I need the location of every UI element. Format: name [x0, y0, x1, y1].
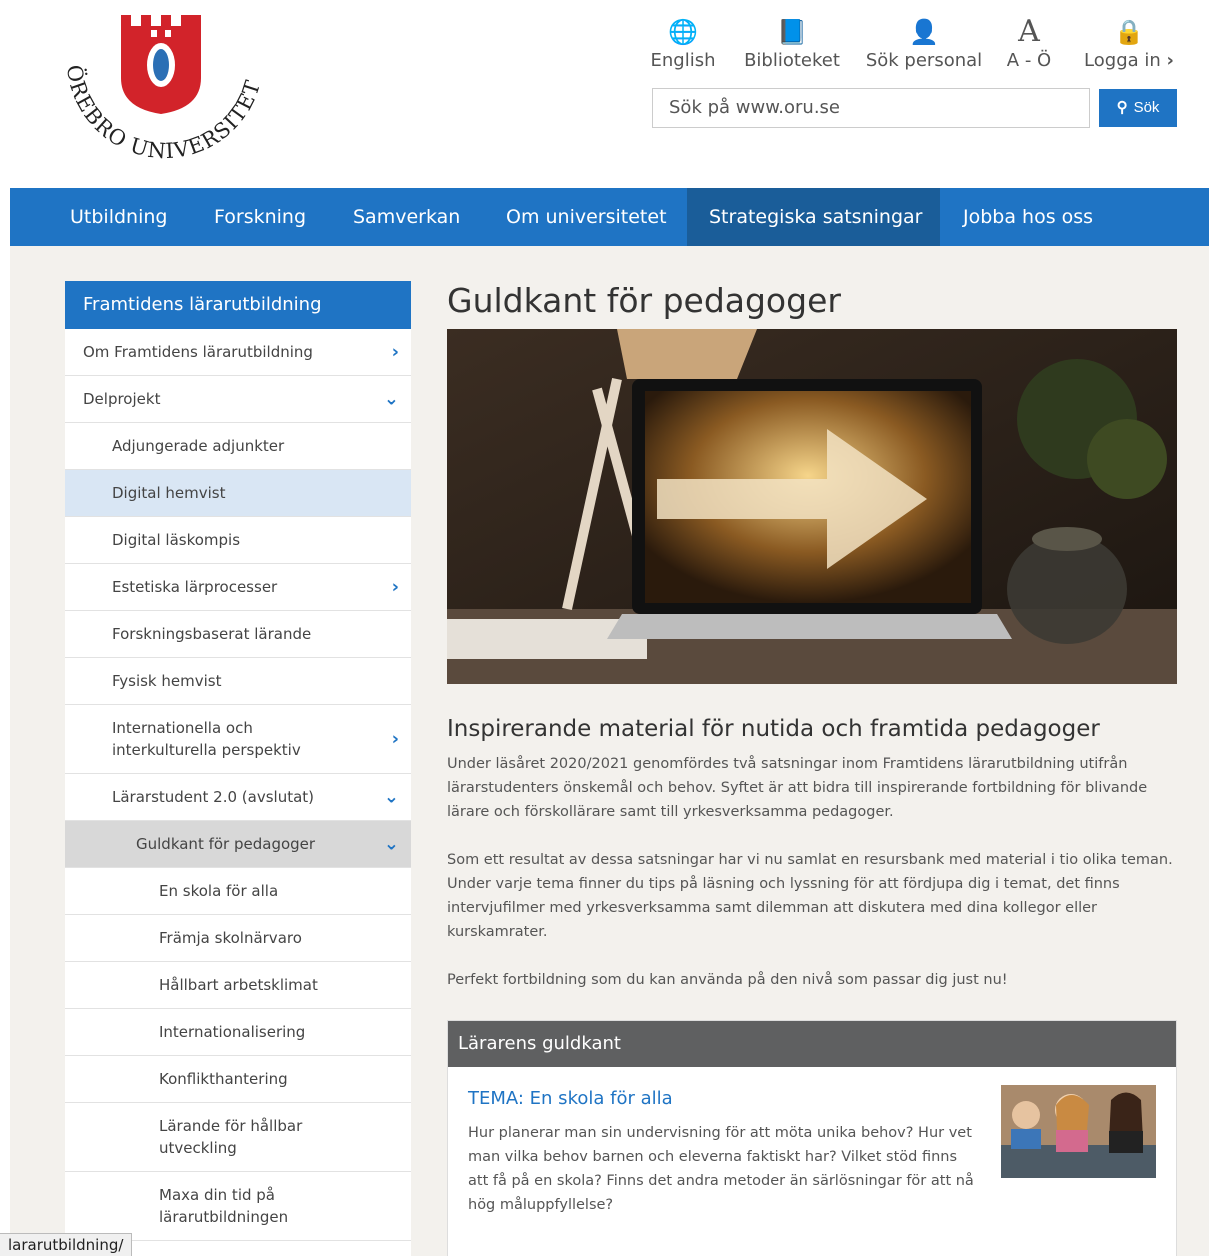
login-label: Logga in ›	[1078, 48, 1180, 74]
section-subtitle: Inspirerande material för nutida och fra…	[447, 716, 1100, 742]
sidebar-item[interactable]: Estetiska lärprocesser ›	[65, 564, 411, 611]
closing-paragraph: Perfekt fortbildning som du kan använda …	[447, 972, 1008, 988]
english-label: English	[650, 50, 716, 71]
sidebar-item[interactable]: Internationalisering	[65, 1009, 411, 1056]
chevron-right-icon[interactable]: ›	[392, 577, 399, 598]
english-link[interactable]: 🌐 English	[648, 16, 718, 74]
sidebar-item[interactable]: Om Framtidens lärarutbildning ›	[65, 329, 411, 376]
nav-item-strategiska-satsningar[interactable]: Strategiska satsningar	[687, 188, 940, 246]
search-button[interactable]: ⚲ Sök	[1099, 89, 1177, 127]
nav-item-samverkan[interactable]: Samverkan	[331, 188, 482, 246]
sidebar-item[interactable]: Adjungerade adjunkter	[65, 423, 411, 470]
sidebar-item-label: Lärarstudent 2.0 (avslutat)	[112, 788, 315, 806]
staff-search-link[interactable]: 👤 Sök personal	[864, 16, 984, 74]
sidebar-item-label: Forskningsbaserat lärande	[112, 625, 312, 643]
sidebar-item-label: Estetiska lärprocesser	[112, 578, 278, 596]
sidebar-item-label: En skola för alla	[159, 882, 279, 900]
page-title: Guldkant för pedagoger	[447, 281, 841, 320]
library-link[interactable]: 📘 Biblioteket	[740, 16, 844, 74]
sidebar-item[interactable]: Hållbart arbetsklimat	[65, 962, 411, 1009]
library-label: Biblioteket	[744, 50, 840, 71]
person-icon: 👤	[909, 18, 939, 46]
chevron-down-icon[interactable]: ⌄	[384, 389, 399, 410]
globe-icon: 🌐	[668, 18, 698, 46]
sidebar-item[interactable]: Delprojekt ⌄	[65, 376, 411, 423]
sidebar-item[interactable]: Guldkant för pedagoger ⌄	[65, 821, 411, 868]
sidebar-item[interactable]: En skola för alla	[65, 868, 411, 915]
sidebar-item-label: Främja skolnärvaro	[159, 929, 302, 947]
chevron-right-icon[interactable]: ›	[392, 729, 399, 750]
sidebar-item[interactable]: Lärarstudent 2.0 (avslutat) ⌄	[65, 774, 411, 821]
theme-description: Hur planerar man sin undervisning för at…	[468, 1125, 974, 1213]
theme-image[interactable]	[1001, 1085, 1156, 1178]
book-icon: 📘	[777, 18, 807, 46]
sidebar: Framtidens lärarutbildning Om Framtidens…	[65, 281, 411, 1256]
chevron-down-icon[interactable]: ⌄	[384, 834, 399, 855]
sidebar-item[interactable]: Lärande för hållbar utveckling	[65, 1103, 411, 1172]
theme-card: TEMA: En skola för alla Hur planerar man…	[448, 1067, 1176, 1256]
search-input[interactable]: Sök på www.oru.se	[652, 88, 1090, 128]
sidebar-item-label: Om Framtidens lärarutbildning	[83, 343, 313, 361]
site-header: ÖREBRO UNIVERSITET 🌐 English 📘 Bibliotek…	[0, 0, 1209, 188]
login-text: Logga in	[1084, 50, 1161, 71]
sidebar-item[interactable]: Digital läskompis	[65, 517, 411, 564]
nav-item-forskning[interactable]: Forskning	[192, 188, 328, 246]
chevron-down-icon[interactable]: ⌄	[384, 787, 399, 808]
theme-box: Lärarens guldkant TEMA: En skola för all…	[447, 1020, 1177, 1256]
search-button-label: Sök	[1133, 99, 1160, 116]
sidebar-item-label: Hållbart arbetsklimat	[159, 976, 318, 994]
sidebar-item-label: Internationella och interkulturella pers…	[112, 719, 301, 759]
nav-item-om-universitetet[interactable]: Om universitetet	[484, 188, 689, 246]
sidebar-list: Om Framtidens lärarutbildning › Delprojekt…	[65, 329, 411, 1256]
sidebar-item[interactable]: Maxa din tid på lärarutbildningen	[65, 1172, 411, 1241]
sidebar-item-label: Adjungerade adjunkter	[112, 437, 285, 455]
sidebar-item[interactable]: Fysisk hemvist	[65, 658, 411, 705]
sidebar-heading[interactable]: Framtidens lärarutbildning	[65, 281, 411, 329]
nav-item-utbildning[interactable]: Utbildning	[48, 188, 189, 246]
theme-box-heading: Lärarens guldkant	[448, 1021, 1176, 1067]
lock-icon: 🔒	[1114, 18, 1144, 46]
sidebar-item-label: Guldkant för pedagoger	[136, 835, 316, 853]
sidebar-item[interactable]: Internationella och interkulturella pers…	[65, 705, 411, 774]
intro-paragraph: Under läsåret 2020/2021 genomfördes två …	[447, 756, 1148, 820]
sidebar-item-label: Digital hemvist	[112, 484, 226, 502]
sidebar-item-label: Fysisk hemvist	[112, 672, 222, 690]
sidebar-item[interactable]: Främja skolnärvaro	[65, 915, 411, 962]
university-logo[interactable]: ÖREBRO UNIVERSITET	[55, 10, 275, 170]
sidebar-item[interactable]: Konflikthantering	[65, 1056, 411, 1103]
sidebar-item-label: Lärande för hållbar utveckling	[159, 1117, 303, 1157]
search-icon: ⚲	[1116, 99, 1128, 116]
chevron-right-icon[interactable]: ›	[392, 342, 399, 363]
sidebar-item-label: Digital läskompis	[112, 531, 241, 549]
hero-image	[447, 329, 1177, 684]
chevron-right-icon: ›	[1166, 50, 1174, 71]
sidebar-item-label: Konflikthantering	[159, 1070, 288, 1088]
a-o-label: A - Ö	[1006, 50, 1052, 71]
letter-a-icon: A	[1018, 14, 1040, 49]
sidebar-item-label: Internationalisering	[159, 1023, 306, 1041]
resource-paragraph: Som ett resultat av dessa satsningar har…	[447, 852, 1173, 940]
utility-menu: 🌐 English 📘 Biblioteket 👤 Sök personal A…	[640, 16, 1185, 86]
main-nav: Utbildning Forskning Samverkan Om univer…	[10, 188, 1209, 246]
staff-search-label: Sök personal	[865, 50, 983, 71]
sidebar-item[interactable]: Forskningsbaserat lärande	[65, 611, 411, 658]
nav-item-jobba-hos-oss[interactable]: Jobba hos oss	[941, 188, 1115, 246]
main-content: Guldkant för pedagoger Inspirerande mate…	[447, 281, 1177, 1256]
sidebar-item-label: Delprojekt	[83, 390, 161, 408]
sidebar-item-label: Maxa din tid på lärarutbildningen	[159, 1186, 289, 1226]
a-o-index-link[interactable]: A A - Ö	[1002, 16, 1056, 74]
browser-status-bar: lararutbildning/	[0, 1233, 133, 1256]
login-link[interactable]: 🔒 Logga in ›	[1078, 16, 1180, 74]
sidebar-item[interactable]: Digital hemvist	[65, 470, 411, 517]
